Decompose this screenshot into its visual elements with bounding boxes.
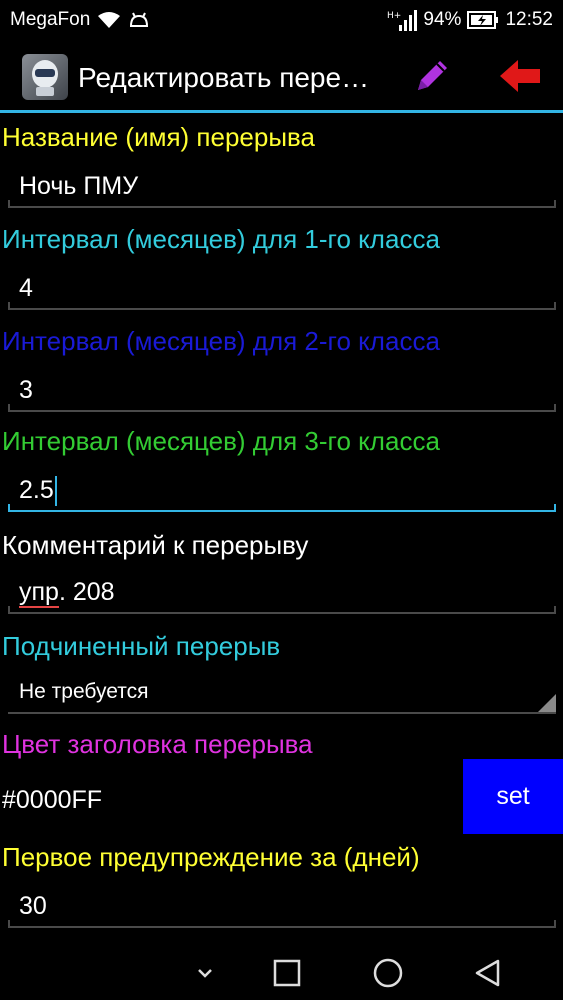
name-field[interactable]: Ночь ПМУ [8, 162, 556, 208]
comment-label: Комментарий к перерыву [2, 530, 309, 560]
class1-value: 4 [19, 274, 33, 302]
android-debug-icon [130, 12, 149, 27]
signal-icon: H+ [387, 10, 418, 31]
home-icon [373, 958, 403, 988]
back-icon [475, 959, 500, 987]
home-button[interactable] [371, 956, 405, 990]
comment-field-underline [8, 606, 556, 614]
app-icon[interactable] [22, 54, 68, 100]
pencil-icon [418, 61, 447, 90]
comment-field[interactable]: упр. 208 [8, 568, 556, 614]
hide-keyboard-button[interactable] [188, 956, 222, 990]
battery-percent: 94% [423, 9, 462, 30]
name-label: Название (имя) перерыва [2, 122, 316, 152]
page-title: Редактировать пере… [78, 62, 370, 93]
navigation-bar [0, 942, 563, 1000]
svg-text:H+: H+ [387, 11, 401, 21]
recent-apps-icon [273, 959, 301, 987]
name-value: Ночь ПМУ [19, 172, 139, 200]
first-warning-label: Первое предупреждение за (дней) [2, 842, 420, 872]
class2-value: 3 [19, 376, 33, 404]
first-warning-field[interactable]: 30 [8, 882, 556, 928]
back-arrow-icon [500, 60, 540, 92]
dropdown-triangle-icon [538, 694, 556, 712]
status-bar: MegaFon H+ 94% 12:52 [0, 0, 563, 40]
class3-field-underline [8, 504, 556, 512]
action-bar: Редактировать пере… [0, 40, 563, 112]
class1-field-underline [8, 302, 556, 310]
battery-icon [467, 11, 499, 29]
subordinate-label: Подчиненный перерыв [2, 631, 281, 661]
comment-value: упр. 208 [19, 578, 115, 608]
subordinate-spinner-underline [8, 712, 556, 714]
class1-label: Интервал (месяцев) для 1-го класса [2, 224, 440, 254]
recent-apps-button[interactable] [270, 956, 304, 990]
class2-label: Интервал (месяцев) для 2-го класса [2, 326, 440, 356]
header-color-label: Цвет заголовка перерыва [2, 729, 313, 759]
class2-field[interactable]: 3 [8, 366, 556, 412]
edit-button[interactable] [412, 56, 452, 96]
clock: 12:52 [505, 9, 553, 30]
text-cursor [54, 476, 57, 507]
action-bar-divider [0, 110, 563, 113]
comment-misspelled-word: упр [19, 578, 59, 608]
wifi-icon [98, 12, 121, 28]
class1-field[interactable]: 4 [8, 264, 556, 310]
subordinate-value: Не требуется [19, 680, 149, 703]
first-warning-value: 30 [19, 892, 47, 920]
class3-value-wrap: 2.5 [19, 476, 57, 507]
first-warning-field-underline [8, 920, 556, 928]
class3-value: 2.5 [19, 476, 54, 504]
set-color-button[interactable]: set [463, 759, 563, 834]
nav-back-button[interactable] [471, 956, 505, 990]
name-field-underline [8, 200, 556, 208]
chevron-down-icon [198, 969, 212, 978]
header-color-value: #0000FF [2, 786, 103, 814]
subordinate-spinner[interactable]: Не требуется [8, 668, 556, 714]
back-button[interactable] [498, 58, 542, 94]
class3-label: Интервал (месяцев) для 3-го класса [2, 426, 440, 456]
comment-value-rest: . 208 [58, 578, 115, 606]
class2-field-underline [8, 404, 556, 412]
class3-field[interactable]: 2.5 [8, 466, 556, 512]
carrier-name: MegaFon [10, 9, 91, 30]
